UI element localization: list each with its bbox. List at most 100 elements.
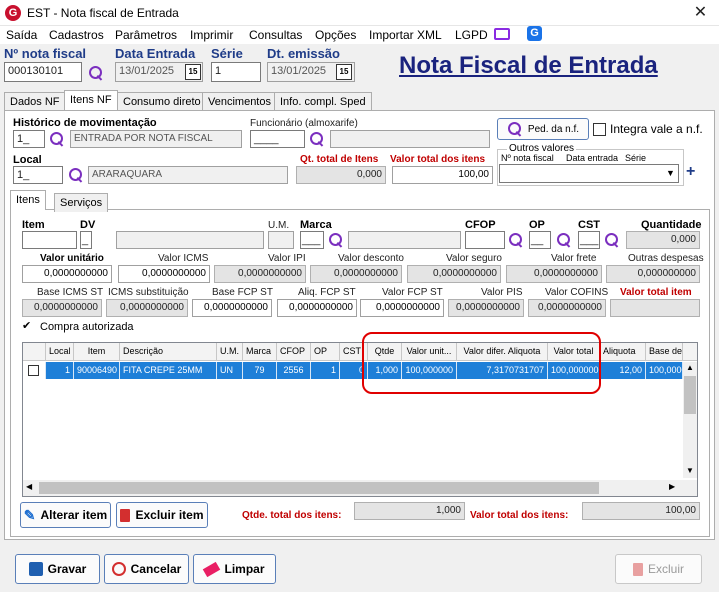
search-icon[interactable] <box>604 232 620 248</box>
grid-cell-base[interactable]: 100,0000 <box>646 362 683 379</box>
op-input[interactable]: __ <box>529 231 551 249</box>
funcionario-code-input[interactable]: ____ <box>250 130 305 148</box>
grid-header-marca[interactable]: Marca <box>243 343 277 361</box>
tab-servicos[interactable]: Serviços <box>54 193 109 212</box>
grid-cell-op[interactable]: 1 <box>311 362 340 379</box>
menu-consultas[interactable]: Consultas <box>249 28 302 42</box>
close-button[interactable]: ✕ <box>682 0 719 26</box>
menu-cadastros[interactable]: Cadastros <box>49 28 104 42</box>
tab-itens[interactable]: Itens <box>10 190 46 210</box>
search-icon[interactable] <box>68 167 84 183</box>
integra-label: Integra vale a n.f. <box>610 122 703 136</box>
calendar-icon[interactable]: 15 <box>185 64 201 80</box>
app-g-icon[interactable]: G <box>527 26 542 41</box>
scroll-thumb[interactable] <box>39 482 599 494</box>
grid-horizontal-scrollbar[interactable]: ◀ ▶ <box>23 480 697 496</box>
local-label: Local <box>13 154 42 166</box>
scroll-right-icon[interactable]: ▶ <box>669 482 675 491</box>
grid-cell-item[interactable]: 90006490 <box>74 362 120 379</box>
search-icon[interactable] <box>309 131 325 147</box>
grid-header-cfop[interactable]: CFOP <box>277 343 311 361</box>
menu-bar: Saída Cadastros Parâmetros Imprimir Cons… <box>0 26 719 44</box>
cfop-input[interactable] <box>465 231 505 249</box>
trash-icon <box>120 508 131 522</box>
save-icon <box>28 562 43 576</box>
scroll-down-icon[interactable]: ▼ <box>686 466 694 475</box>
menu-parametros[interactable]: Parâmetros <box>115 28 177 42</box>
icms-substituicao-value: 0,0000000000 <box>106 299 188 317</box>
scroll-up-icon[interactable]: ▲ <box>686 363 694 372</box>
alterar-item-button[interactable]: ✎ Alterar item <box>20 502 111 528</box>
valor-icms-input[interactable]: 0,0000000000 <box>118 265 210 283</box>
tab-dados-nf[interactable]: Dados NF <box>4 92 66 111</box>
integra-checkbox[interactable] <box>593 123 606 136</box>
grid-vertical-scrollbar[interactable]: ▲ ▼ <box>683 362 697 478</box>
menu-importar-xml[interactable]: Importar XML <box>369 28 442 42</box>
tab-consumo-direto[interactable]: Consumo direto <box>117 92 207 111</box>
valor-unitario-input[interactable]: 0,0000000000 <box>22 265 112 283</box>
nf-label: Nº nota fiscal <box>4 46 87 61</box>
search-icon[interactable] <box>49 131 65 147</box>
outros-valores-select[interactable] <box>499 164 679 183</box>
dv-input[interactable]: _ <box>80 231 92 249</box>
base-fcp-st-input[interactable]: 0,0000000000 <box>192 299 272 317</box>
menu-imprimir[interactable]: Imprimir <box>190 28 233 42</box>
grid-header-local[interactable]: Local <box>46 343 74 361</box>
menu-opcoes[interactable]: Opções <box>315 28 356 42</box>
tab-info-sped[interactable]: Info. compl. Sped <box>274 92 372 111</box>
grid-cell-local[interactable]: 1 <box>46 362 74 379</box>
valor-total-input[interactable]: 100,00 <box>392 166 493 184</box>
monitor-icon[interactable] <box>494 28 510 40</box>
base-icms-st-label: Base ICMS ST <box>37 287 104 298</box>
outros-col-serie: Série <box>625 153 647 163</box>
menu-lgpd[interactable]: LGPD <box>455 28 488 42</box>
compra-autorizada-checkbox[interactable]: ✔ <box>22 320 35 333</box>
grid-cell-marca[interactable]: 79 <box>243 362 277 379</box>
chevron-down-icon[interactable]: ▼ <box>666 168 675 178</box>
calendar-icon[interactable]: 15 <box>336 64 352 80</box>
cst-input[interactable]: ___ <box>578 231 600 249</box>
search-icon[interactable] <box>88 65 104 81</box>
excluir-button[interactable]: Excluir <box>615 554 702 584</box>
tab-vencimentos[interactable]: Vencimentos <box>202 92 277 111</box>
grid-row-checkbox[interactable] <box>23 362 46 379</box>
aliq-fcp-st-input[interactable]: 0,0000000000 <box>277 299 357 317</box>
grid-header-base[interactable]: Base de <box>646 343 683 361</box>
limpar-button[interactable]: Limpar <box>193 554 276 584</box>
nf-input[interactable]: 000130101 <box>4 62 82 82</box>
grid-header-descricao[interactable]: Descrição <box>120 343 217 361</box>
grid-cell-um[interactable]: UN <box>217 362 243 379</box>
gravar-button[interactable]: Gravar <box>15 554 100 584</box>
grid-header-item[interactable]: Item <box>74 343 120 361</box>
dt-emissao-label: Dt. emissão <box>267 46 340 61</box>
scroll-left-icon[interactable]: ◀ <box>26 482 32 491</box>
grid-header-op[interactable]: OP <box>311 343 340 361</box>
compra-autorizada-label: Compra autorizada <box>40 321 134 333</box>
menu-saida[interactable]: Saída <box>6 28 37 42</box>
row-checkbox[interactable] <box>28 365 39 376</box>
cancel-icon <box>111 562 126 576</box>
grid-header-aliquota[interactable]: Aliquota <box>600 343 646 361</box>
search-icon[interactable] <box>328 232 344 248</box>
local-code-input[interactable]: 1_ <box>13 166 63 184</box>
ped-nf-button[interactable]: Ped. da n.f. <box>497 118 589 140</box>
grid-cell-descricao[interactable]: FITA CREPE 25MM <box>120 362 217 379</box>
item-input[interactable] <box>22 231 77 249</box>
base-fcp-st-label: Base FCP ST <box>212 287 273 298</box>
cancelar-button[interactable]: Cancelar <box>104 554 189 584</box>
tab-itens-nf[interactable]: Itens NF <box>64 90 118 111</box>
scroll-thumb[interactable] <box>684 376 696 414</box>
excluir-item-button[interactable]: Excluir item <box>116 502 208 528</box>
search-icon[interactable] <box>556 232 572 248</box>
historico-code-input[interactable]: 1_ <box>13 130 45 148</box>
grid-cell-aliquota[interactable]: 12,00 <box>600 362 646 379</box>
search-icon[interactable] <box>508 232 524 248</box>
grid-cell-cfop[interactable]: 2556 <box>277 362 311 379</box>
valor-fcp-st-input[interactable]: 0,0000000000 <box>360 299 444 317</box>
grid-header-um[interactable]: U.M. <box>217 343 243 361</box>
marca-input[interactable]: ___ <box>300 231 324 249</box>
serie-input[interactable]: 1 <box>211 62 261 82</box>
add-icon[interactable]: + <box>686 163 695 181</box>
local-desc: ARARAQUARA <box>88 166 288 184</box>
valor-cofins-value: 0,0000000000 <box>528 299 606 317</box>
